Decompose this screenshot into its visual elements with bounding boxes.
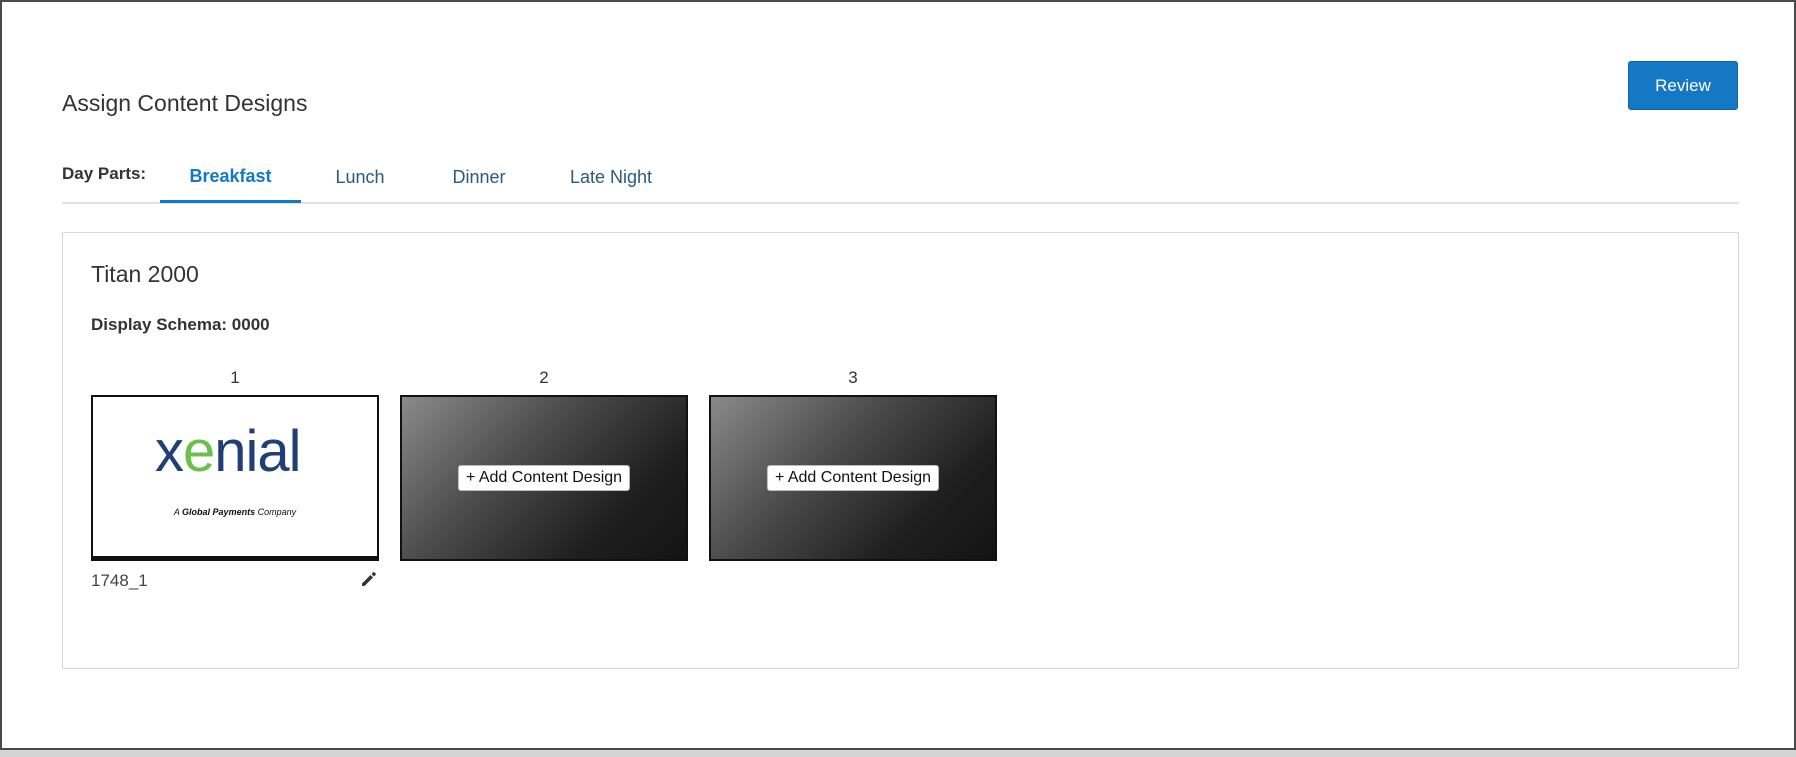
add-content-design-button[interactable]: + Add Content Design bbox=[457, 465, 631, 491]
slot-caption: 1748_1 bbox=[91, 571, 379, 593]
tab-late-night[interactable]: Late Night bbox=[539, 152, 683, 202]
xenial-logo: xenial A Global Payments Company bbox=[93, 397, 377, 556]
day-parts-label: Day Parts: bbox=[62, 164, 147, 183]
device-name: Titan 2000 bbox=[91, 261, 199, 287]
logo-wordmark: xenial bbox=[155, 419, 302, 484]
content-design-name: 1748_1 bbox=[91, 571, 148, 590]
slot-number: 3 bbox=[848, 368, 858, 387]
device-panel: Titan 2000 Display Schema: 0000 1 xenial… bbox=[62, 232, 1739, 669]
horizontal-scrollbar[interactable] bbox=[0, 750, 1796, 757]
empty-content-slot[interactable]: + Add Content Design bbox=[709, 395, 997, 561]
day-parts-tabs: Day Parts: Breakfast Lunch Dinner Late N… bbox=[62, 152, 1739, 204]
content-design-thumbnail[interactable]: xenial A Global Payments Company bbox=[91, 395, 379, 561]
tab-lunch[interactable]: Lunch bbox=[301, 152, 419, 202]
display-schema-label: Display Schema: 0000 bbox=[91, 315, 270, 334]
tab-breakfast[interactable]: Breakfast bbox=[160, 152, 301, 203]
page-title: Assign Content Designs bbox=[62, 90, 308, 116]
pencil-icon[interactable] bbox=[359, 569, 379, 589]
review-button[interactable]: Review bbox=[1628, 61, 1738, 110]
empty-content-slot[interactable]: + Add Content Design bbox=[400, 395, 688, 561]
logo-tagline: A Global Payments Company bbox=[173, 507, 297, 517]
content-slot-1: 1 xenial A Global Payments Company 1748_… bbox=[91, 367, 379, 593]
slot-number: 2 bbox=[539, 368, 549, 387]
add-content-design-button[interactable]: + Add Content Design bbox=[766, 465, 940, 491]
content-slot-3: 3 + Add Content Design bbox=[709, 367, 997, 561]
app-window: Assign Content Designs Review Day Parts:… bbox=[0, 0, 1796, 750]
content-slot-2: 2 + Add Content Design bbox=[400, 367, 688, 561]
tab-dinner[interactable]: Dinner bbox=[419, 152, 539, 202]
slot-number: 1 bbox=[230, 368, 240, 387]
